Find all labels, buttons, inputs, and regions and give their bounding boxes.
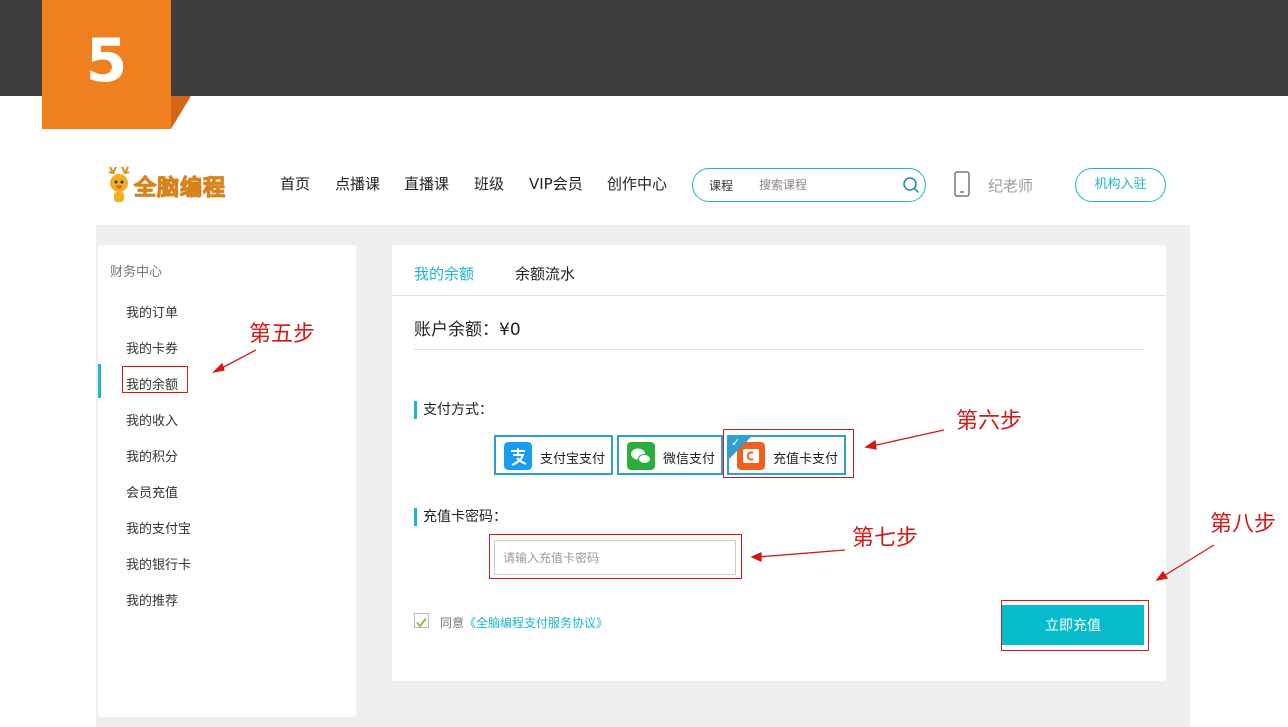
arrow-head-step8 — [1155, 570, 1169, 581]
arrow-step6 — [871, 429, 945, 447]
arrow-head-step6 — [864, 439, 877, 450]
arrow-step5 — [217, 349, 257, 371]
arrow-head-step5 — [212, 362, 225, 374]
annotation-arrows — [212, 349, 1215, 581]
arrow-step7 — [757, 549, 846, 558]
arrow-step8 — [1161, 544, 1215, 578]
arrow-head-step7 — [750, 551, 762, 563]
